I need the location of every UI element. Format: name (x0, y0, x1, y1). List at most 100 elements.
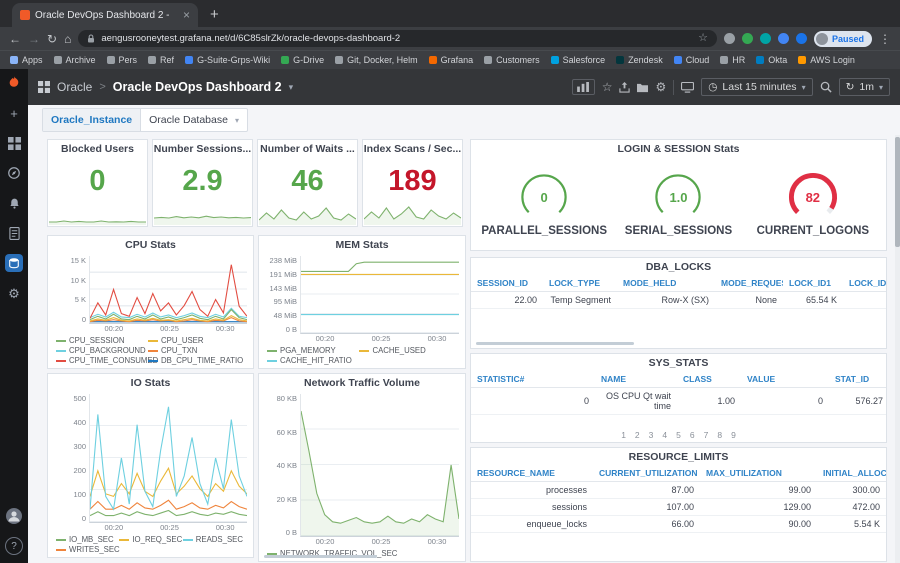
variable-value-dropdown[interactable]: Oracle Database ▾ (141, 109, 247, 131)
bookmark-item[interactable]: Pers (106, 55, 137, 65)
bookmark-item[interactable]: HR (720, 55, 745, 65)
legend-item[interactable]: CPU_BACKGROUND (56, 346, 146, 355)
browser-tab[interactable]: Oracle DevOps Dashboard 2 - × (12, 3, 198, 27)
pagination-page[interactable]: 2 (635, 430, 640, 440)
column-header[interactable]: CLASS (677, 371, 741, 388)
back-icon[interactable]: ← (9, 33, 21, 45)
tv-kiosk-button[interactable] (681, 81, 695, 93)
horizontal-scrollbar[interactable] (264, 555, 378, 558)
extension-icon[interactable] (759, 33, 771, 44)
dashboard-picker-grid-icon[interactable] (38, 81, 50, 93)
legend-item[interactable]: DB_CPU_TIME_RATIO (148, 356, 243, 365)
column-header[interactable]: INITIAL_ALLOCATION (817, 465, 886, 482)
save-button[interactable] (637, 82, 649, 93)
settings-gear-icon[interactable]: ⚙ (5, 284, 23, 302)
pagination-page[interactable]: 9 (731, 430, 736, 440)
legend-item[interactable]: CPU_SESSION (56, 336, 140, 345)
bookmark-item[interactable]: Grafana (428, 55, 473, 65)
pagination-page[interactable]: 4 (662, 430, 667, 440)
dashboard-settings-icon[interactable]: ⚙ (655, 81, 666, 93)
legend-item[interactable]: READS_SEC (182, 535, 243, 544)
extension-icon[interactable] (741, 33, 753, 44)
legend-item[interactable]: CPU_USER (148, 336, 232, 345)
singlestat-panel[interactable]: Blocked Users 0 (47, 139, 148, 227)
table-row[interactable]: enqueue_locks 66.00 90.00 5.54 K (471, 515, 886, 533)
column-header[interactable]: STATISTIC# (471, 371, 595, 388)
column-header[interactable]: VALUE (741, 371, 829, 388)
singlestat-panel[interactable]: Number of Waits ... 46 (257, 139, 358, 227)
dba-locks-panel[interactable]: DBA_LOCKS SESSION_ID LOCK_TYPE MODE_HELD MO… (470, 257, 887, 349)
legend-item[interactable]: CPU_TXN (148, 346, 232, 355)
singlestat-panel[interactable]: Number Sessions... 2.9 (152, 139, 253, 227)
column-header[interactable]: SESSION_ID (471, 275, 543, 292)
vertical-scrollbar[interactable] (895, 137, 900, 247)
legend-item[interactable]: WRITES_SEC (56, 545, 120, 554)
bookmark-item[interactable]: Customers (484, 55, 540, 65)
pagination-page[interactable]: 7 (704, 430, 709, 440)
bookmark-item[interactable]: Ref (148, 55, 174, 65)
column-header[interactable]: LOCK_ID2 (843, 275, 886, 292)
legend-item[interactable]: CACHE_HIT_RATIO (267, 356, 352, 365)
star-button[interactable]: ☆ (602, 81, 613, 93)
help-icon[interactable]: ? (5, 537, 23, 555)
reload-icon[interactable]: ↻ (47, 33, 57, 45)
browser-menu-icon[interactable]: ⋮ (879, 32, 891, 46)
bookmark-star-icon[interactable]: ☆ (698, 33, 708, 44)
pagination-page[interactable]: 3 (649, 430, 654, 440)
column-header[interactable]: MODE_HELD (617, 275, 715, 292)
column-header[interactable]: MAX_UTILIZATION (700, 465, 817, 482)
bookmark-item[interactable]: Git, Docker, Helm (335, 55, 418, 65)
new-tab-button[interactable]: + (210, 6, 219, 23)
oracle-app-plugin-icon[interactable] (5, 254, 23, 272)
column-header[interactable]: LOCK_ID1 (783, 275, 843, 292)
table-row[interactable]: 0OS CPU Qt wait time1.000576.27 Mil0 (471, 387, 886, 415)
pagination-page[interactable]: 8 (717, 430, 722, 440)
share-button[interactable] (619, 81, 631, 93)
column-header[interactable]: RESOURCE_NAME (471, 465, 593, 482)
sys-stats-panel[interactable]: SYS_STATS STATISTIC# NAME CLASS VALUE STAT_I… (470, 353, 887, 443)
refresh-picker[interactable]: ↻ 1m ▾ (838, 78, 890, 96)
home-icon[interactable]: ⌂ (64, 33, 71, 45)
title-caret-icon[interactable]: ▾ (289, 82, 294, 93)
table-row[interactable]: processes 87.00 99.00 300.00 (471, 481, 886, 499)
grafana-logo-icon[interactable] (5, 74, 23, 92)
bookmark-item[interactable]: G-Drive (281, 55, 324, 65)
bookmark-item[interactable]: Archive (53, 55, 96, 65)
column-header[interactable]: NAME (595, 371, 677, 388)
legend-item[interactable]: CPU_TIME_CONSUMED (56, 356, 158, 365)
forward-icon[interactable]: → (28, 33, 40, 45)
column-header[interactable]: MODE_REQUESTED (715, 275, 783, 292)
legend-item[interactable]: IO_REQ_SEC (119, 535, 182, 544)
bookmark-item[interactable]: Cloud (673, 55, 709, 65)
table-row[interactable]: 22.00Temp SegmentRow-X (SX)None65.54 K1.… (471, 291, 886, 309)
dashboard-title[interactable]: Oracle DevOps Dashboard 2 (113, 80, 282, 94)
bookmark-item[interactable]: Apps (10, 55, 43, 65)
bookmark-item[interactable]: Zendesk (616, 55, 663, 65)
network-traffic-panel[interactable]: Network Traffic Volume 80 KB 60 KB 40 KB 20… (258, 373, 466, 562)
horizontal-scrollbar[interactable] (476, 342, 634, 345)
cpu-stats-panel[interactable]: CPU Stats 15 K 10 K 5 K 0 00:20 00:25 00:30 C… (47, 235, 254, 369)
io-stats-panel[interactable]: IO Stats 500 400 300 200 100 0 00:20 00:25 00:3… (47, 373, 254, 558)
legend-item[interactable]: CACHE_USED (359, 346, 443, 355)
column-header[interactable]: STAT_ID (829, 371, 886, 388)
singlestat-panel[interactable]: Index Scans / Sec... 189 (362, 139, 463, 227)
bookmark-item[interactable]: Okta (756, 55, 787, 65)
column-header[interactable]: CURRENT_UTILIZATION (593, 465, 700, 482)
alerting-bell-icon[interactable] (5, 194, 23, 212)
bookmark-item[interactable]: AWS Login (798, 55, 855, 65)
extension-icon[interactable] (795, 33, 807, 44)
resource-limits-panel[interactable]: RESOURCE_LIMITS RESOURCE_NAME CURRENT_UTI… (470, 447, 887, 562)
pagination-page[interactable]: 1 (621, 430, 626, 440)
tab-close-icon[interactable]: × (183, 9, 190, 21)
url-bar[interactable]: aengusrooneytest.grafana.net/d/6C85slrZk… (78, 30, 717, 47)
extension-icon[interactable] (777, 33, 789, 44)
user-avatar-icon[interactable] (5, 507, 23, 525)
breadcrumb-folder[interactable]: Oracle (57, 80, 92, 94)
column-header[interactable]: LOCK_TYPE (543, 275, 617, 292)
login-session-panel[interactable]: LOGIN & SESSION Stats 0 PARALLEL_SESSION… (470, 139, 887, 251)
create-plus-icon[interactable]: + (5, 104, 23, 122)
bookmark-item[interactable]: Salesforce (550, 55, 605, 65)
time-range-picker[interactable]: ◷ Last 15 minutes ▾ (701, 78, 813, 96)
add-panel-button[interactable] (571, 79, 595, 95)
pagination-page[interactable]: 6 (690, 430, 695, 440)
